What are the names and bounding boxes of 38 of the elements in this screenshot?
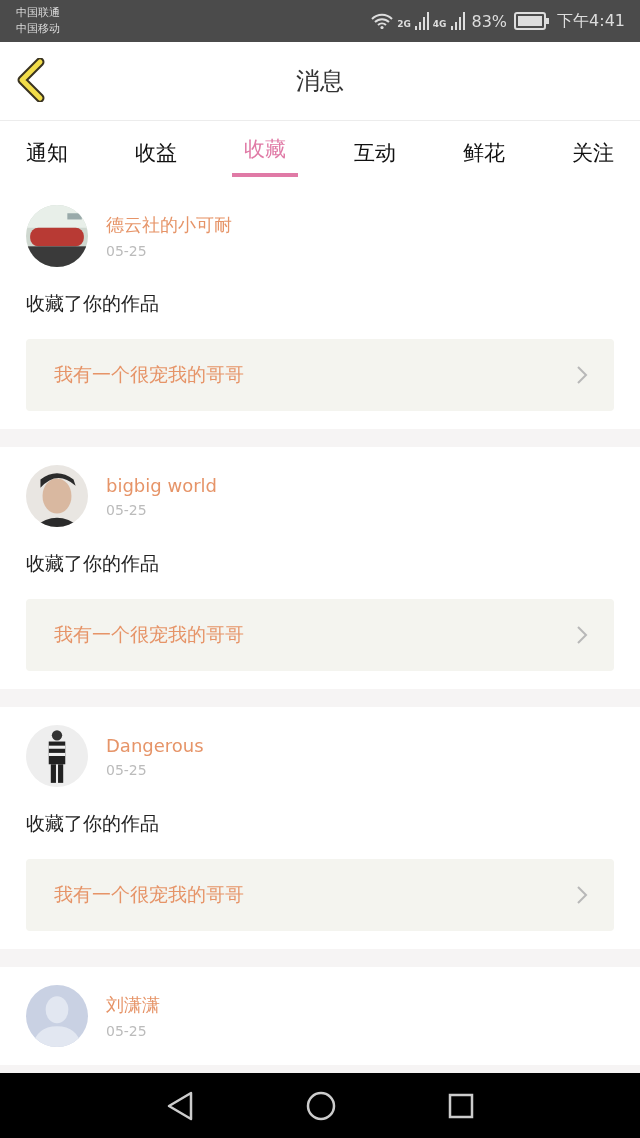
wifi-icon <box>371 13 394 29</box>
date: 05-25 <box>106 1023 148 1039</box>
recents-icon[interactable] <box>448 1092 474 1119</box>
work-link[interactable]: 我有一个很宠我的哥哥 <box>26 859 614 931</box>
signal-icon <box>414 12 429 30</box>
tab[interactable]: 鲜花 <box>450 125 517 181</box>
chevron-icon <box>576 365 588 385</box>
home-icon[interactable] <box>306 1090 336 1121</box>
tab[interactable]: 通知 <box>14 125 80 181</box>
battery-percent: 83% <box>471 11 508 31</box>
signal-icon <box>450 12 465 30</box>
chevron-icon <box>576 885 588 905</box>
work-link[interactable]: 我有一个很宠我的哥哥 <box>26 599 614 671</box>
network-label: 4G <box>432 18 447 29</box>
date: 05-25 <box>106 761 148 778</box>
date: 05-25 <box>106 243 148 259</box>
date: 05-25 <box>106 501 148 518</box>
action-text: 收藏了你的作品 <box>26 811 160 836</box>
network-label: 2G <box>397 18 411 29</box>
tab[interactable]: 关注 <box>559 125 626 181</box>
tab[interactable]: 互动 <box>341 125 408 181</box>
back-button[interactable] <box>16 58 46 102</box>
chevron-icon <box>576 625 588 645</box>
action-text: 收藏了你的作品 <box>26 291 160 316</box>
user-name[interactable]: bigbig world <box>106 474 217 496</box>
battery-icon <box>514 12 551 30</box>
user-name[interactable]: Dangerous <box>106 734 204 756</box>
user-name[interactable]: 德云社的小可耐 <box>106 213 232 237</box>
user-name[interactable]: 刘潇潇 <box>106 993 160 1017</box>
back-icon[interactable] <box>166 1090 194 1121</box>
work-link[interactable]: 我有一个很宠我的哥哥 <box>26 339 614 411</box>
carrier-name: 中国移动 <box>16 21 60 37</box>
clock: 下午4:41 <box>557 10 625 32</box>
carrier-name: 中国联通 <box>16 5 60 21</box>
action-text: 收藏了你的作品 <box>26 551 160 576</box>
tab[interactable]: 收藏 <box>232 125 299 177</box>
tab[interactable]: 收益 <box>123 125 190 181</box>
page-title: 消息 <box>296 66 344 97</box>
